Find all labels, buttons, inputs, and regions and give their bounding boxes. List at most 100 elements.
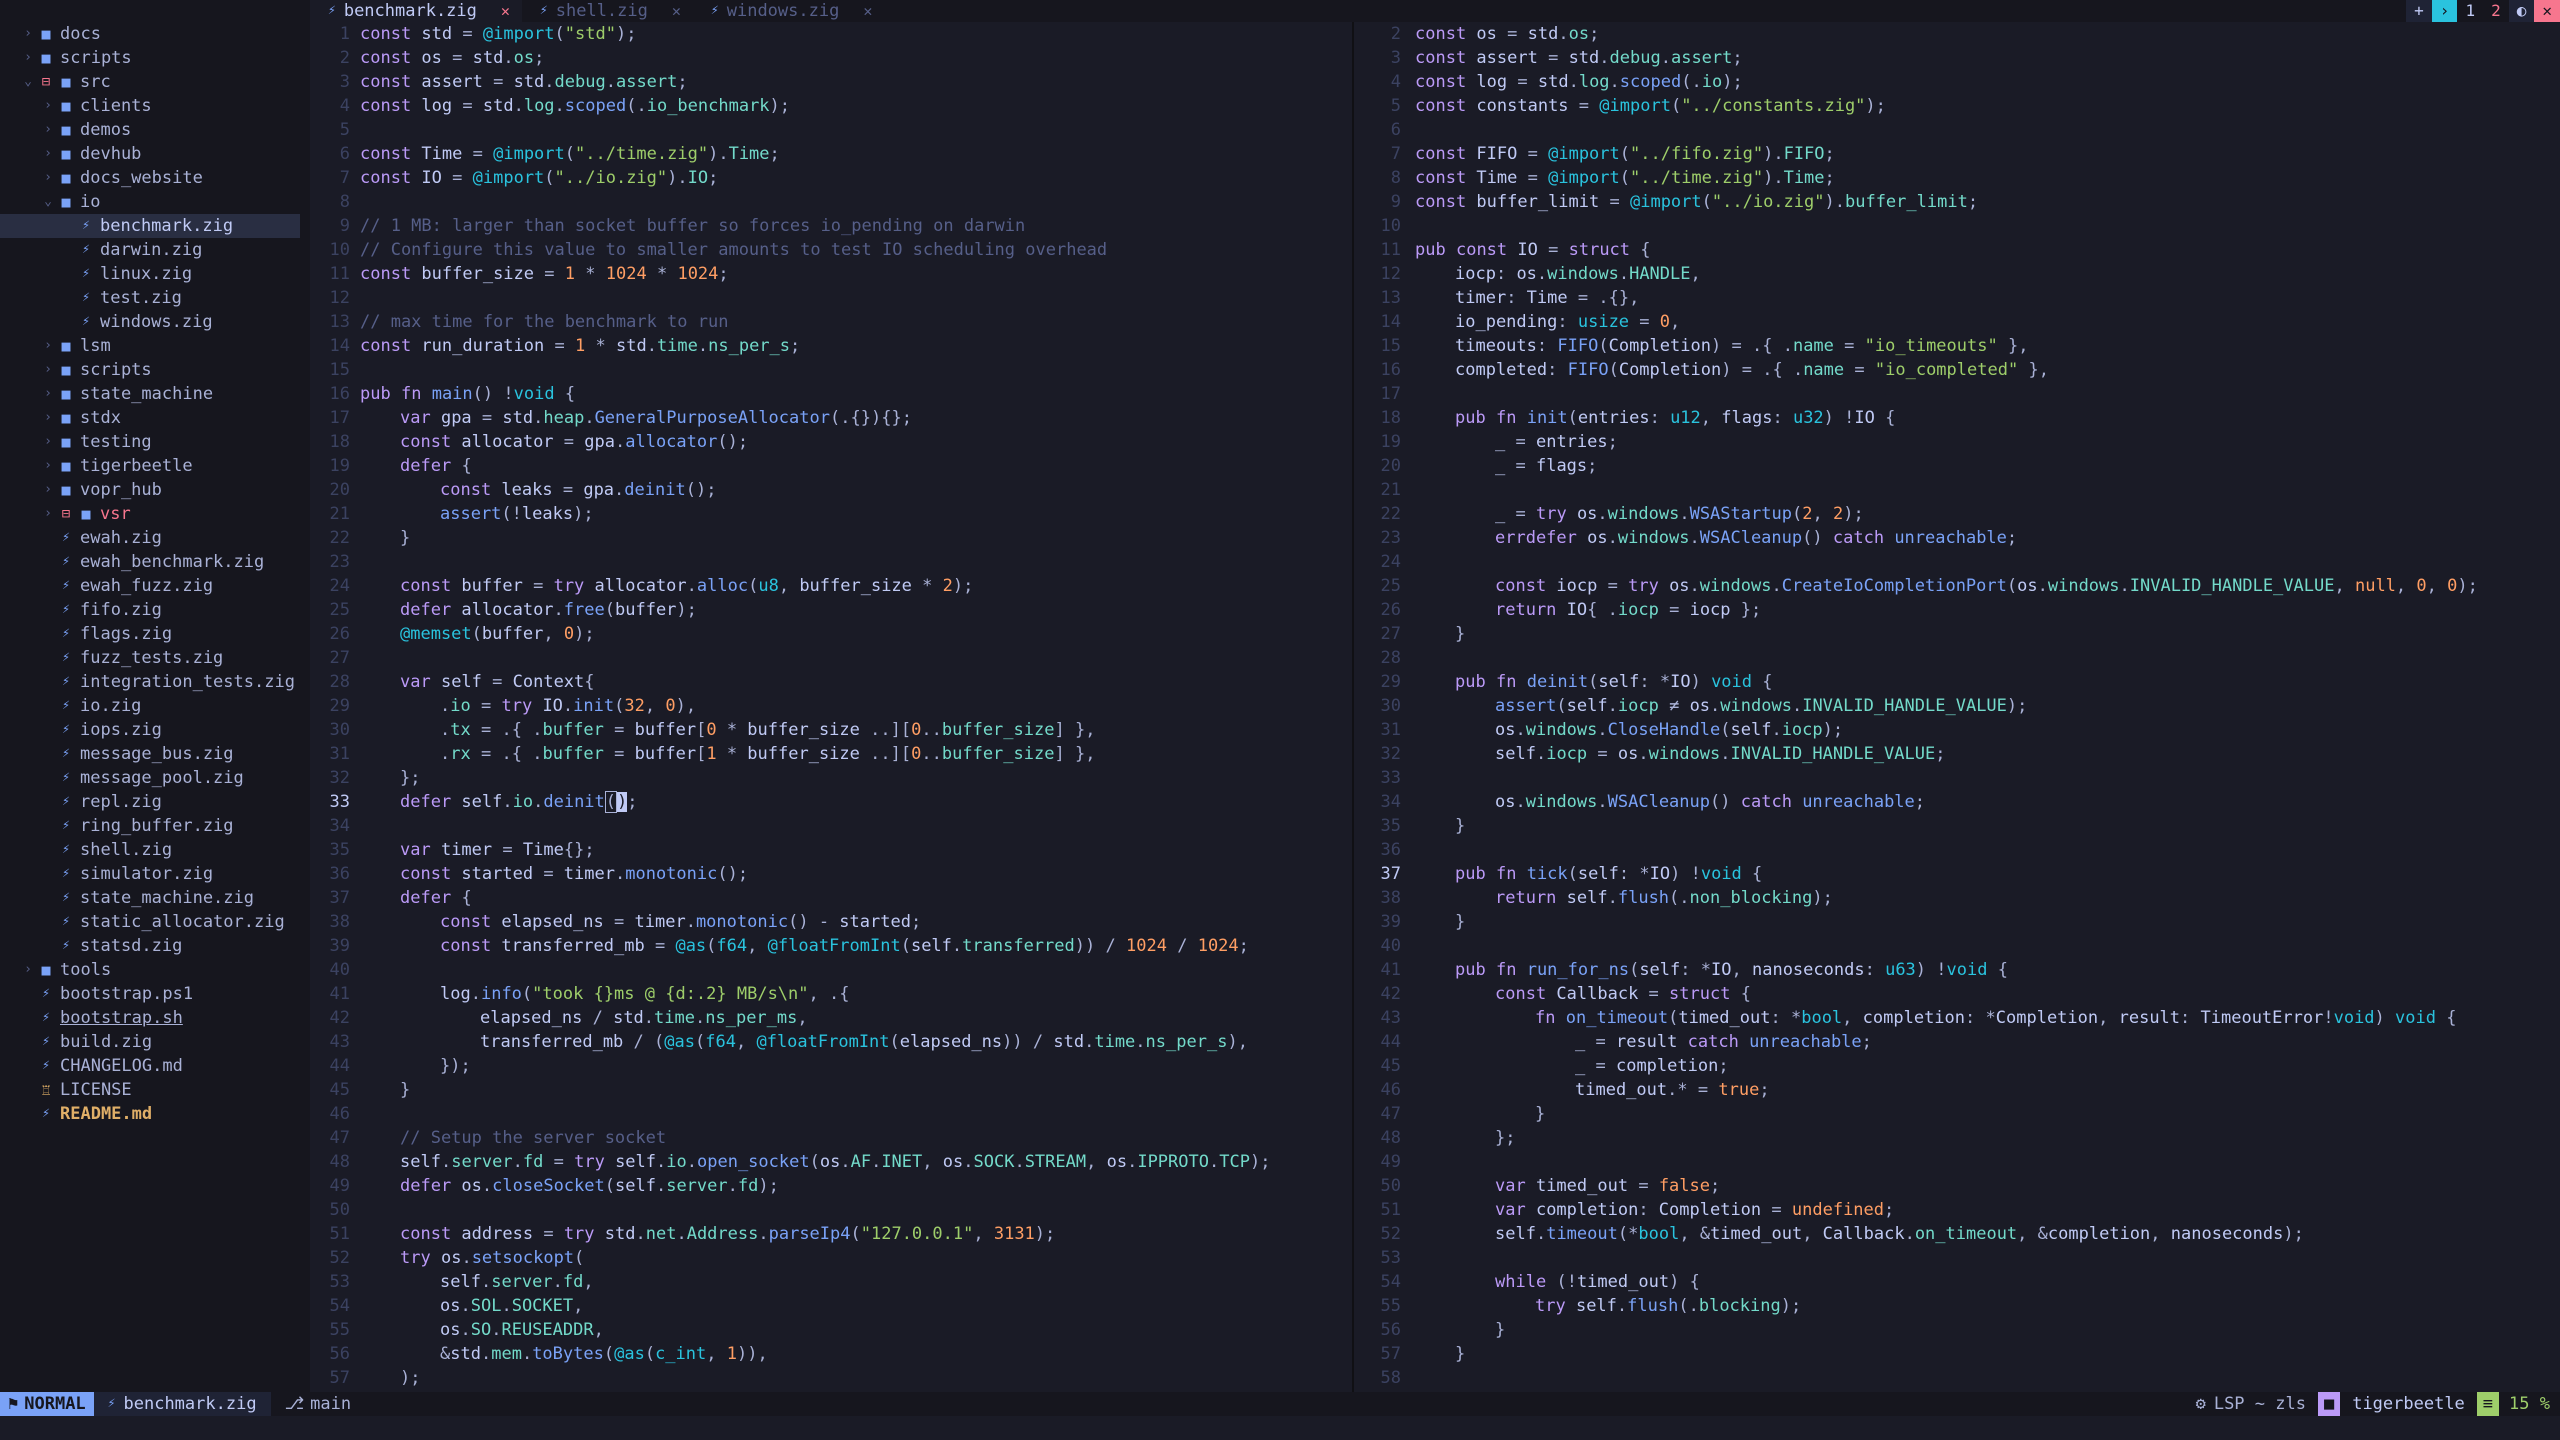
tree-item[interactable]: ⚡ repl.zig <box>0 790 310 814</box>
code-line[interactable]: 47} <box>1356 1102 2560 1126</box>
tree-item[interactable]: › ⊟ ■ vsr <box>0 502 310 526</box>
code-line[interactable]: 34 <box>310 814 1352 838</box>
code-line[interactable]: 37 pub fn tick(self: *IO) !void { <box>1356 862 2560 886</box>
code-line[interactable]: 19 defer { <box>310 454 1352 478</box>
close-icon[interactable]: ✕ <box>672 0 681 22</box>
tree-item[interactable]: ⚡ benchmark.zig <box>0 214 300 238</box>
code-line[interactable]: 54 os.SOL.SOCKET, <box>310 1294 1352 1318</box>
code-line[interactable]: 24 const buffer = try allocator.alloc(u8,… <box>310 574 1352 598</box>
code-line[interactable]: 10 // Configure this value to smaller amo… <box>310 238 1352 262</box>
code-line[interactable]: 32 self.iocp = os.windows.INVALID_HANDLE_… <box>1356 742 2560 766</box>
code-line[interactable]: 53 <box>1356 1246 2560 1270</box>
code-line[interactable]: 38 const elapsed_ns = timer.monotonic() -… <box>310 910 1352 934</box>
code-line[interactable]: 49 defer os.closeSocket(self.server.fd); <box>310 1174 1352 1198</box>
code-line[interactable]: 19 _ = entries; <box>1356 430 2560 454</box>
code-line[interactable]: 32}; <box>310 766 1352 790</box>
code-line[interactable]: 51 var completion: Completion = undefined… <box>1356 1198 2560 1222</box>
code-line[interactable]: 42 const Callback = struct { <box>1356 982 2560 1006</box>
code-line[interactable]: 43 transferred_mb / (@as(f64, @floatFromI… <box>310 1030 1352 1054</box>
code-line[interactable]: 47 // Setup the server socket <box>310 1126 1352 1150</box>
code-line[interactable]: 40 <box>310 958 1352 982</box>
code-line[interactable]: 27} <box>1356 622 2560 646</box>
code-line[interactable]: 26 return IO{ .iocp = iocp }; <box>1356 598 2560 622</box>
code-line[interactable]: 16 completed: FIFO(Completion) = .{ .name… <box>1356 358 2560 382</box>
code-line[interactable]: 2 const os = std.os; <box>310 46 1352 70</box>
tree-item[interactable]: › ■ docs <box>0 22 310 46</box>
code-line[interactable]: 12 <box>310 286 1352 310</box>
code-line[interactable]: 7 const IO = @import("../io.zig").IO; <box>310 166 1352 190</box>
close-icon[interactable]: ✕ <box>863 0 872 22</box>
code-line[interactable]: 30 assert(self.iocp ≠ os.windows.INVALID_… <box>1356 694 2560 718</box>
code-line[interactable]: 8 <box>310 190 1352 214</box>
tree-item[interactable]: ⚡ message_pool.zig <box>0 766 310 790</box>
code-line[interactable]: 15 timeouts: FIFO(Completion) = .{ .name … <box>1356 334 2560 358</box>
tree-item[interactable]: › ■ scripts <box>0 46 310 70</box>
code-line[interactable]: 31 os.windows.CloseHandle(self.iocp); <box>1356 718 2560 742</box>
code-line[interactable]: 6 const Time = @import("../time.zig").Tim… <box>310 142 1352 166</box>
code-line[interactable]: 50 var timed_out = false; <box>1356 1174 2560 1198</box>
code-line[interactable]: 36 const started = timer.monotonic(); <box>310 862 1352 886</box>
tree-item[interactable]: › ■ testing <box>0 430 310 454</box>
tree-item[interactable]: › ■ lsm <box>0 334 310 358</box>
code-line[interactable]: 56} <box>1356 1318 2560 1342</box>
tree-item[interactable]: ⌄ ■ io <box>0 190 310 214</box>
code-line[interactable]: 42 elapsed_ns / std.time.ns_per_ms, <box>310 1006 1352 1030</box>
code-line[interactable]: 57} <box>1356 1342 2560 1366</box>
code-line[interactable]: 4 const log = std.log.scoped(.io_benchmar… <box>310 94 1352 118</box>
tree-item[interactable]: ♖ LICENSE <box>0 1078 310 1102</box>
tree-item[interactable]: ⚡ flags.zig <box>0 622 310 646</box>
code-line[interactable]: 3 const assert = std.debug.assert; <box>310 70 1352 94</box>
code-line[interactable]: 40 <box>1356 934 2560 958</box>
tree-item[interactable]: › ■ state_machine <box>0 382 310 406</box>
code-line[interactable]: 25 defer allocator.free(buffer); <box>310 598 1352 622</box>
tree-item[interactable]: › ■ clients <box>0 94 310 118</box>
code-line[interactable]: 5 <box>310 118 1352 142</box>
code-line[interactable]: 29 pub fn deinit(self: *IO) void { <box>1356 670 2560 694</box>
code-line[interactable]: 7 const FIFO = @import("../fifo.zig").FIF… <box>1356 142 2560 166</box>
code-line[interactable]: 44}); <box>310 1054 1352 1078</box>
chevron-right-icon[interactable]: › <box>2431 0 2458 22</box>
code-line[interactable]: 57); <box>310 1366 1352 1390</box>
code-line[interactable]: 21 <box>1356 478 2560 502</box>
close-icon[interactable]: ✕ <box>501 0 510 22</box>
tree-item[interactable]: ⚡ ewah.zig <box>0 526 310 550</box>
code-line[interactable]: 24 <box>1356 550 2560 574</box>
close-icon[interactable]: ✕ <box>2534 0 2560 22</box>
code-line[interactable]: 26 @memset(buffer, 0); <box>310 622 1352 646</box>
tree-item[interactable]: ⚡ CHANGELOG.md <box>0 1054 310 1078</box>
code-line[interactable]: 15 <box>310 358 1352 382</box>
left-editor-pane[interactable]: 1 const std = @import("std"); 2 const os = … <box>310 22 1354 1392</box>
code-line[interactable]: 9 // 1 MB: larger than socket buffer so f… <box>310 214 1352 238</box>
code-line[interactable]: 21 assert(!leaks); <box>310 502 1352 526</box>
code-line[interactable]: 4 const log = std.log.scoped(.io); <box>1356 70 2560 94</box>
tree-item[interactable]: ⚡ bootstrap.ps1 <box>0 982 310 1006</box>
code-line[interactable]: 58 <box>1356 1366 2560 1390</box>
tree-item[interactable]: ⚡ linux.zig <box>0 262 310 286</box>
code-line[interactable]: 43 fn on_timeout(timed_out: *bool, comple… <box>1356 1006 2560 1030</box>
code-line[interactable]: 35} <box>1356 814 2560 838</box>
tree-item[interactable]: ⚡ static_allocator.zig <box>0 910 310 934</box>
tab-windows-zig[interactable]: ⚡ windows.zig ✕ <box>693 0 884 22</box>
code-line[interactable]: 9 const buffer_limit = @import("../io.zig… <box>1356 190 2560 214</box>
code-line[interactable]: 29 .io = try IO.init(32, 0), <box>310 694 1352 718</box>
code-line[interactable]: 17 var gpa = std.heap.GeneralPurposeAlloc… <box>310 406 1352 430</box>
code-line[interactable]: 55 os.SO.REUSEADDR, <box>310 1318 1352 1342</box>
tab-shell-zig[interactable]: ⚡ shell.zig ✕ <box>522 0 693 22</box>
code-line[interactable]: 48}; <box>1356 1126 2560 1150</box>
code-line[interactable]: 11 pub const IO = struct { <box>1356 238 2560 262</box>
code-line[interactable]: 39 const transferred_mb = @as(f64, @float… <box>310 934 1352 958</box>
tree-item[interactable]: ⚡ integration_tests.zig <box>0 670 310 694</box>
code-line[interactable]: 56 &std.mem.toBytes(@as(c_int, 1)), <box>310 1342 1352 1366</box>
code-line[interactable]: 33 defer self.io.deinit(); <box>310 790 1352 814</box>
right-editor-pane[interactable]: 2 const os = std.os; 3 const assert = std.d… <box>1356 22 2560 1392</box>
tree-item[interactable]: ⚡ iops.zig <box>0 718 310 742</box>
tree-item[interactable]: › ■ vopr_hub <box>0 478 310 502</box>
tree-item[interactable]: ⚡ message_bus.zig <box>0 742 310 766</box>
code-line[interactable]: 22 _ = try os.windows.WSAStartup(2, 2); <box>1356 502 2560 526</box>
code-line[interactable]: 36 <box>1356 838 2560 862</box>
code-line[interactable]: 50 <box>310 1198 1352 1222</box>
code-line[interactable]: 17 <box>1356 382 2560 406</box>
tree-item[interactable]: ⚡ statsd.zig <box>0 934 310 958</box>
code-line[interactable]: 20 const leaks = gpa.deinit(); <box>310 478 1352 502</box>
code-line[interactable]: 44 _ = result catch unreachable; <box>1356 1030 2560 1054</box>
